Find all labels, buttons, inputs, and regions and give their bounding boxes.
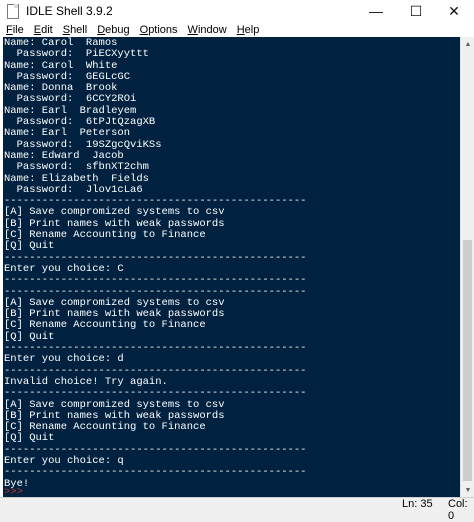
maximize-button[interactable]: ☐	[396, 0, 436, 22]
menu-bar: File Edit Shell Debug Options Window Help	[0, 22, 474, 37]
window-title: IDLE Shell 3.9.2	[26, 4, 113, 18]
shell-line: ----------------------------------------…	[4, 274, 307, 287]
scroll-down-button[interactable]: ▼	[461, 483, 474, 497]
status-line-number: Ln: 35	[402, 498, 433, 510]
chevron-up-icon: ▲	[464, 40, 472, 48]
status-column-number: Col: 0	[448, 498, 468, 522]
shell-gutter	[0, 37, 3, 497]
menu-window[interactable]: Window	[183, 24, 232, 36]
menu-label-rest: elp	[244, 23, 260, 36]
menu-accelerator: H	[236, 23, 245, 36]
menu-help[interactable]: Help	[232, 24, 265, 36]
menu-accelerator: D	[97, 23, 106, 36]
shell-line: [Q] Quit	[4, 432, 55, 445]
shell-line: ----------------------------------------…	[4, 466, 307, 479]
vertical-scrollbar[interactable]: ▲ ▼	[460, 37, 474, 497]
shell-text: Name: Carol Ramos Password: PiECXyyttt Na…	[4, 37, 307, 490]
chevron-down-icon: ▼	[464, 486, 472, 494]
scroll-up-button[interactable]: ▲	[461, 37, 474, 51]
page-fold	[14, 4, 18, 8]
menu-file[interactable]: File	[0, 24, 29, 36]
shell-line: Password: sfbnXT2chm	[4, 161, 149, 174]
menu-label-rest: ebug	[105, 23, 130, 36]
menu-label-rest: indow	[197, 23, 227, 36]
minimize-icon: —	[369, 3, 383, 19]
shell-line: Name: Earl Peterson	[4, 127, 131, 140]
idle-page-icon[interactable]	[6, 4, 20, 19]
shell-output-area[interactable]: Name: Carol Ramos Password: PiECXyyttt Na…	[0, 37, 460, 497]
menu-accelerator: W	[187, 23, 198, 36]
status-bar: Ln: 35 Col: 0	[0, 497, 474, 522]
menu-label-rest: ile	[12, 23, 24, 36]
menu-accelerator: O	[139, 23, 149, 36]
menu-options[interactable]: Options	[135, 24, 183, 36]
close-button[interactable]: ✕	[434, 0, 474, 22]
maximize-icon: ☐	[409, 2, 423, 19]
title-bar: IDLE Shell 3.9.2 — ☐ ✕	[0, 0, 474, 22]
menu-label-rest: dit	[41, 23, 53, 36]
shell-line: Enter you choice: d	[4, 353, 124, 366]
shell-line: ----------------------------------------…	[4, 387, 307, 400]
close-icon: ✕	[448, 2, 460, 19]
menu-debug[interactable]: Debug	[92, 24, 134, 36]
menu-accelerator: S	[62, 23, 71, 36]
menu-accelerator: E	[33, 23, 42, 36]
scroll-thumb[interactable]	[463, 240, 472, 481]
menu-shell[interactable]: Shell	[58, 24, 92, 36]
menu-label-rest: ptions	[148, 23, 178, 36]
menu-edit[interactable]: Edit	[29, 24, 58, 36]
minimize-button[interactable]: —	[356, 0, 396, 22]
shell-line: Password: PiECXyyttt	[4, 48, 149, 61]
shell-line: [Q] Quit	[4, 240, 55, 253]
shell-prompt-line[interactable]: >>>	[4, 483, 23, 498]
menu-accelerator: F	[6, 23, 13, 36]
shell-line: Bye!	[4, 477, 30, 490]
menu-label-rest: hell	[70, 23, 88, 36]
